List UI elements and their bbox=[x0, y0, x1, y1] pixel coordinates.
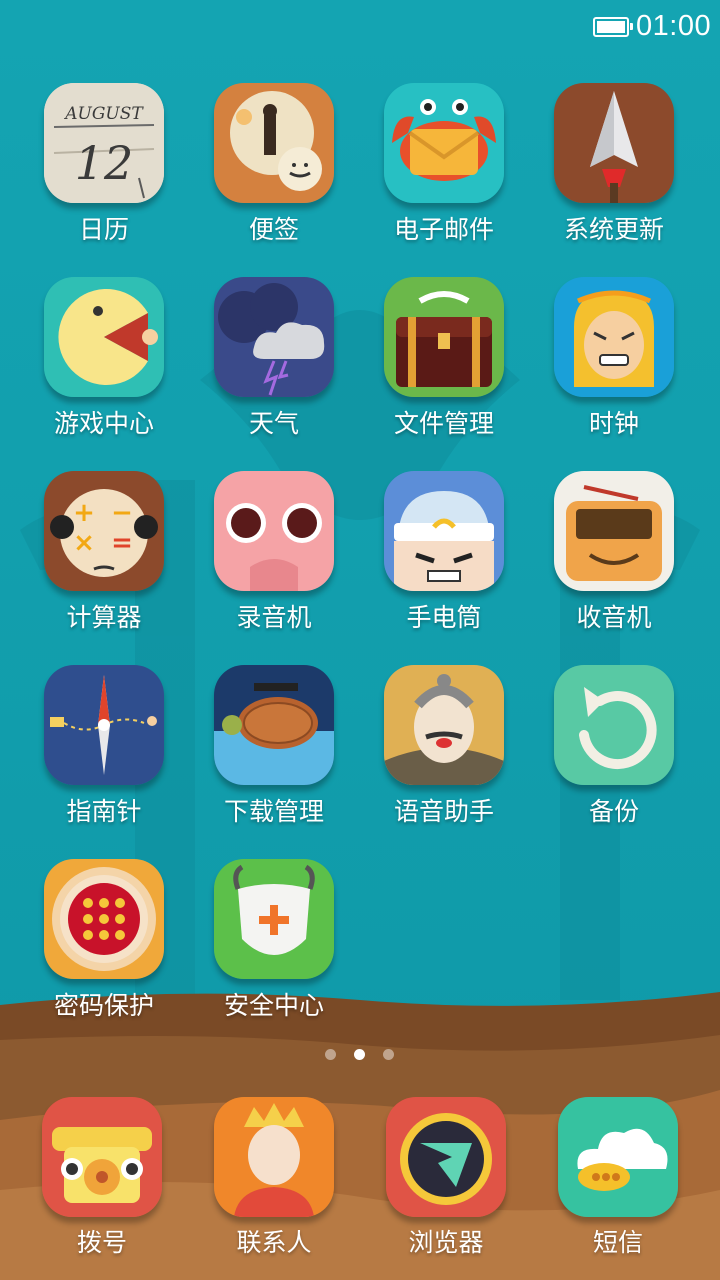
cloud-message-icon bbox=[558, 1097, 678, 1217]
app-label: 短信 bbox=[592, 1228, 643, 1257]
app-label: 录音机 bbox=[236, 603, 312, 632]
app-games[interactable]: 游戏中心 bbox=[19, 277, 189, 457]
svg-text:=: = bbox=[111, 528, 133, 558]
app-label: 便签 bbox=[248, 215, 299, 244]
app-label: 指南针 bbox=[66, 797, 142, 826]
email-crab-icon bbox=[384, 83, 504, 203]
app-calculator[interactable]: + − × = 计算器 bbox=[19, 471, 189, 651]
svg-text:−: − bbox=[111, 498, 133, 528]
dock-contacts[interactable]: 联系人 bbox=[189, 1097, 359, 1277]
calendar-day-text: 12 bbox=[75, 136, 134, 190]
app-label: 下载管理 bbox=[223, 797, 324, 826]
calendar-icon: AUGUST 12 bbox=[44, 83, 164, 203]
app-label: 安全中心 bbox=[223, 991, 324, 1020]
storm-cloud-icon bbox=[214, 277, 334, 397]
app-update[interactable]: 系统更新 bbox=[529, 83, 699, 263]
dock-messages[interactable]: 短信 bbox=[533, 1097, 703, 1277]
fire-ring-browser-icon bbox=[386, 1097, 506, 1217]
pacman-game-icon bbox=[44, 277, 164, 397]
app-security[interactable]: 安全中心 bbox=[189, 859, 359, 1039]
app-assistant[interactable]: 语音助手 bbox=[359, 665, 529, 845]
compass-icon bbox=[44, 665, 164, 785]
app-password[interactable]: 密码保护 bbox=[19, 859, 189, 1039]
treasure-chest-icon bbox=[384, 277, 504, 397]
battery-full-icon bbox=[593, 17, 633, 37]
app-calendar[interactable]: AUGUST 12 日历 bbox=[19, 83, 189, 263]
app-label: 日历 bbox=[78, 215, 129, 244]
contacts-person-icon bbox=[214, 1097, 334, 1217]
app-label: 系统更新 bbox=[563, 215, 664, 244]
app-label: 语音助手 bbox=[393, 797, 494, 826]
app-label: 联系人 bbox=[236, 1228, 312, 1257]
page-dot[interactable] bbox=[383, 1049, 394, 1060]
app-weather[interactable]: 天气 bbox=[189, 277, 359, 457]
app-label: 游戏中心 bbox=[53, 409, 154, 438]
svg-text:+: + bbox=[73, 498, 95, 528]
app-notes[interactable]: 便签 bbox=[189, 83, 359, 263]
spear-update-icon bbox=[554, 83, 674, 203]
app-label: 文件管理 bbox=[393, 409, 494, 438]
shield-security-icon bbox=[214, 859, 334, 979]
app-label: 密码保护 bbox=[53, 991, 154, 1020]
app-label: 拨号 bbox=[76, 1228, 127, 1257]
calculator-face-icon: + − × = bbox=[44, 471, 164, 591]
dock-dialer[interactable]: 拨号 bbox=[17, 1097, 187, 1277]
calendar-month-text: AUGUST bbox=[63, 104, 144, 124]
status-bar: 01:00 bbox=[0, 0, 720, 52]
app-email[interactable]: 电子邮件 bbox=[359, 83, 529, 263]
app-label: 计算器 bbox=[66, 603, 142, 632]
app-label: 手电筒 bbox=[406, 603, 482, 632]
telephone-icon bbox=[42, 1097, 162, 1217]
app-label: 收音机 bbox=[576, 603, 652, 632]
app-files[interactable]: 文件管理 bbox=[359, 277, 529, 457]
svg-text:×: × bbox=[73, 528, 95, 558]
monk-assistant-icon bbox=[384, 665, 504, 785]
app-label: 浏览器 bbox=[408, 1228, 484, 1257]
app-label: 电子邮件 bbox=[393, 215, 494, 244]
flashlight-face-icon bbox=[384, 471, 504, 591]
flower-keypad-icon bbox=[44, 859, 164, 979]
app-label: 时钟 bbox=[588, 409, 639, 438]
app-compass[interactable]: 指南针 bbox=[19, 665, 189, 845]
app-label: 备份 bbox=[588, 797, 639, 826]
app-clock[interactable]: 时钟 bbox=[529, 277, 699, 457]
dock-browser[interactable]: 浏览器 bbox=[361, 1097, 531, 1277]
status-time: 01:00 bbox=[636, 10, 712, 42]
app-recorder[interactable]: 录音机 bbox=[189, 471, 359, 651]
app-flashlight[interactable]: 手电筒 bbox=[359, 471, 529, 651]
monkey-king-clock-icon bbox=[554, 277, 674, 397]
page-dot-active[interactable] bbox=[354, 1049, 365, 1060]
page-dot[interactable] bbox=[325, 1049, 336, 1060]
backup-arrow-icon bbox=[554, 665, 674, 785]
pig-recorder-icon bbox=[214, 471, 334, 591]
app-label: 天气 bbox=[248, 409, 299, 438]
app-downloads[interactable]: 下载管理 bbox=[189, 665, 359, 845]
app-radio[interactable]: 收音机 bbox=[529, 471, 699, 651]
radio-face-icon bbox=[554, 471, 674, 591]
turtle-download-icon bbox=[214, 665, 334, 785]
notes-icon bbox=[214, 83, 334, 203]
app-backup[interactable]: 备份 bbox=[529, 665, 699, 845]
page-indicator bbox=[0, 1049, 720, 1061]
